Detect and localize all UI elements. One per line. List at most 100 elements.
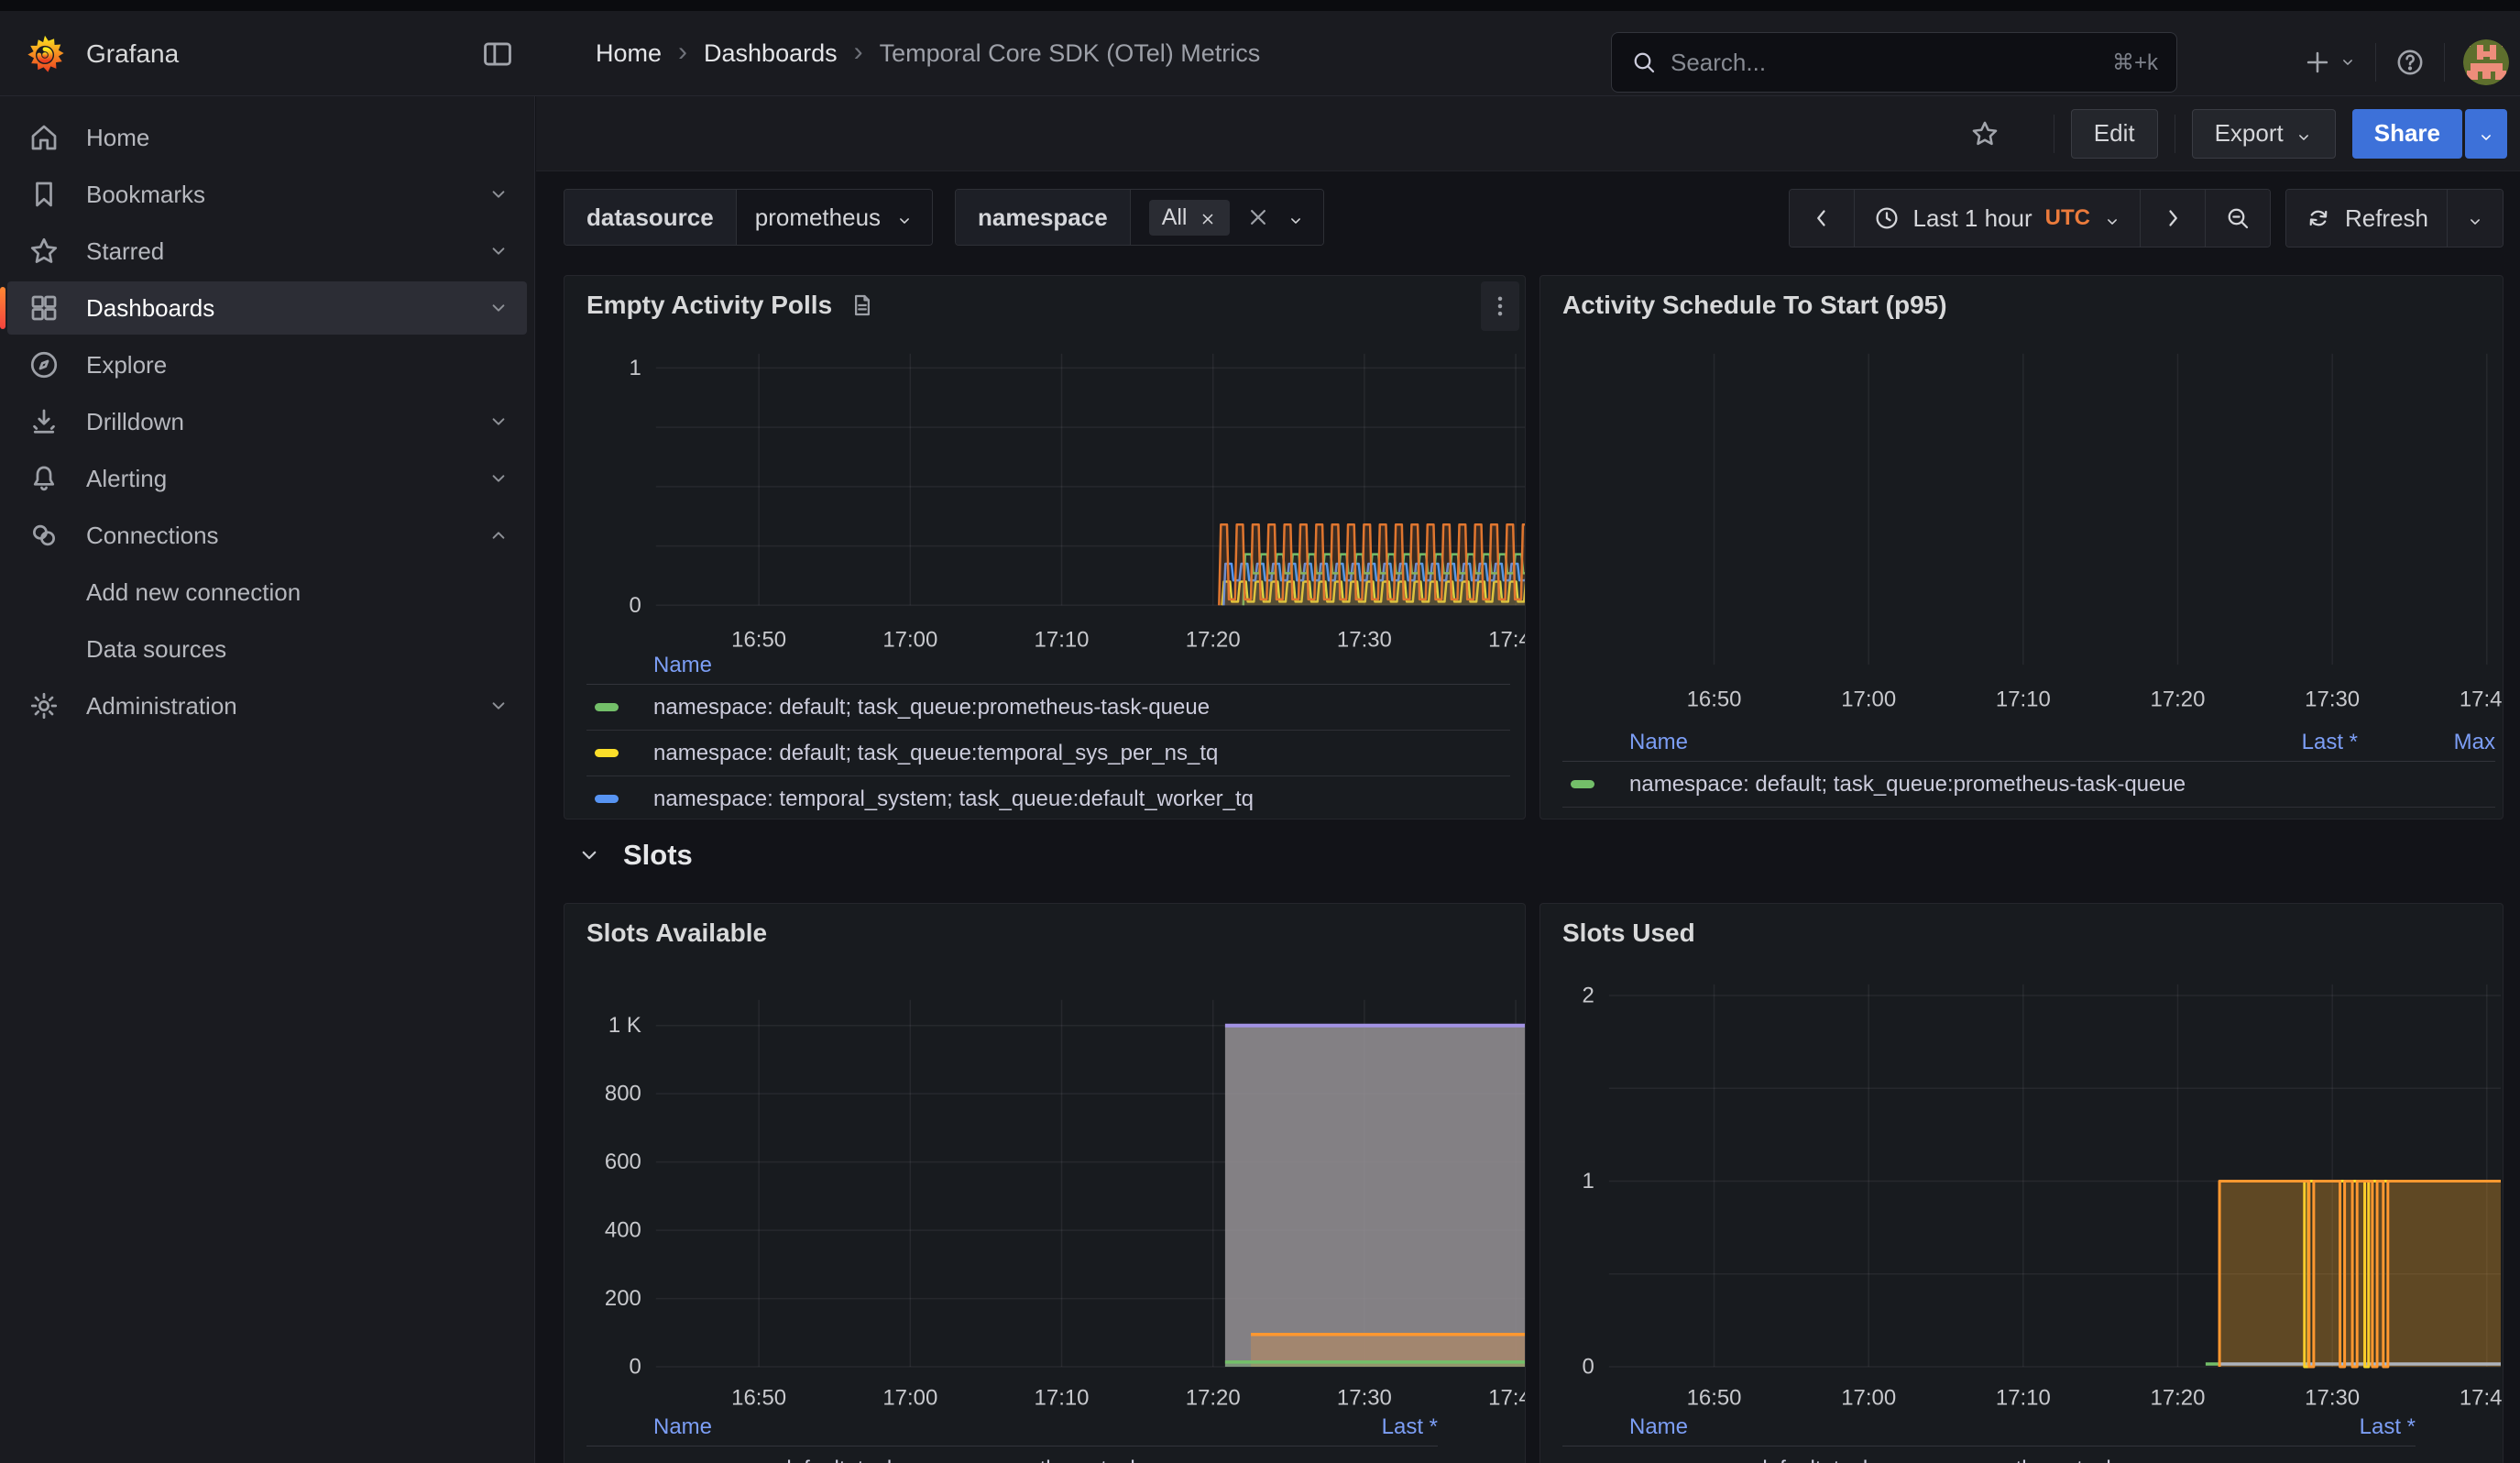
legend-row[interactable]: namespace: default; task_queue:prometheu… <box>1562 1446 2416 1463</box>
sidebar-item-data-sources[interactable]: Data sources <box>7 622 527 676</box>
datasource-label: datasource <box>564 190 736 245</box>
chevron-down-icon[interactable] <box>487 182 510 206</box>
slots-available-chart[interactable]: 02004006008001 K16:5017:0017:1017:2017:3… <box>564 904 1525 1463</box>
apps-icon <box>27 292 60 324</box>
legend-name-column-header[interactable]: Name <box>653 1414 712 1440</box>
sidebar-item-alerting[interactable]: Alerting <box>7 452 527 505</box>
legend-row[interactable]: namespace: default; task_queue:temporal_… <box>586 731 1510 776</box>
dock-menu-icon[interactable] <box>480 37 515 72</box>
star-icon <box>27 235 60 268</box>
sidebar-item-connections[interactable]: Connections <box>7 509 527 562</box>
series-color-marker[interactable] <box>595 795 619 803</box>
sidebar-item-add-new-connection[interactable]: Add new connection <box>7 566 527 619</box>
slots-used-chart[interactable]: 01216:5017:0017:1017:2017:3017:40 <box>1540 904 2503 1463</box>
sidebar-item-drilldown[interactable]: Drilldown <box>7 395 527 448</box>
time-shift-forward-button[interactable] <box>2140 190 2205 247</box>
sidebar-item-home[interactable]: Home <box>7 111 527 164</box>
chevron-left-icon <box>1808 204 1835 232</box>
share-menu-button[interactable] <box>2465 109 2507 159</box>
svg-text:16:50: 16:50 <box>731 1385 786 1410</box>
series-label[interactable]: namespace: temporal_system; task_queue:d… <box>653 786 1510 812</box>
legend-row[interactable]: namespace: default; task_queue:prometheu… <box>586 1446 1438 1463</box>
search-input[interactable]: Search... ⌘+k <box>1611 32 2177 93</box>
time-range-picker[interactable]: Last 1 hour UTC <box>1854 190 2140 247</box>
timezone-label: UTC <box>2045 205 2090 231</box>
help-button[interactable] <box>2394 47 2426 78</box>
panel-menu-button[interactable] <box>1481 281 1519 331</box>
legend-header: Name Last * <box>1562 1408 2416 1446</box>
sidebar-item-administration[interactable]: Administration <box>7 679 527 732</box>
chevron-down-icon[interactable] <box>487 239 510 263</box>
chevron-down-icon[interactable] <box>487 467 510 490</box>
remove-icon[interactable] <box>1199 208 1217 226</box>
legend-name-column-header[interactable]: Name <box>1629 1414 1688 1440</box>
namespace-select[interactable]: All <box>1130 190 1323 245</box>
legend-column-header[interactable]: Last * <box>1300 1414 1438 1440</box>
svg-text:0: 0 <box>1583 1355 1594 1380</box>
svg-text:17:10: 17:10 <box>1996 1385 2051 1410</box>
user-avatar[interactable] <box>2463 39 2509 85</box>
legend-name-column-header[interactable]: Name <box>1629 730 1688 755</box>
svg-text:600: 600 <box>605 1150 641 1174</box>
chevron-up-icon[interactable] <box>487 523 510 547</box>
sidebar-item-dashboards[interactable]: Dashboards <box>7 281 527 335</box>
legend-row[interactable]: namespace: temporal_system; task_queue:d… <box>586 776 1510 820</box>
series-label[interactable]: namespace: default; task_queue:prometheu… <box>653 1457 1300 1463</box>
share-button[interactable]: Share <box>2352 109 2462 159</box>
chevron-down-icon[interactable] <box>487 694 510 718</box>
breadcrumb-separator: › <box>678 37 687 72</box>
time-shift-back-button[interactable] <box>1790 190 1854 247</box>
refresh-button[interactable]: Refresh <box>2286 190 2447 247</box>
legend-column-header[interactable]: Max <box>2358 730 2495 755</box>
breadcrumb-dashboards[interactable]: Dashboards <box>704 39 838 68</box>
sidebar-item-label: Dashboards <box>86 294 461 323</box>
panel-title-label: Empty Activity Polls <box>586 291 832 320</box>
series-label[interactable]: namespace: default; task_queue:temporal_… <box>653 741 1510 766</box>
series-color-marker[interactable] <box>595 703 619 711</box>
namespace-chip[interactable]: All <box>1149 200 1230 236</box>
new-button[interactable] <box>2302 47 2357 78</box>
series-color-marker[interactable] <box>595 749 619 757</box>
sidebar-item-explore[interactable]: Explore <box>7 338 527 391</box>
datasource-select[interactable]: prometheus <box>736 190 932 245</box>
export-button[interactable]: Export <box>2192 109 2336 159</box>
clear-icon[interactable] <box>1244 204 1272 231</box>
svg-text:17:20: 17:20 <box>1186 1385 1241 1410</box>
zoom-out-time-button[interactable] <box>2205 190 2270 247</box>
series-label[interactable]: namespace: default; task_queue:prometheu… <box>653 695 1510 720</box>
chevron-right-icon <box>2159 204 2186 232</box>
panel-activity-schedule-to-start: Activity Schedule To Start (p95) 16:5017… <box>1539 275 2504 820</box>
legend-column-header[interactable]: Last * <box>2220 730 2358 755</box>
topnav-right-actions <box>2302 31 2509 94</box>
series-color-marker[interactable] <box>1571 780 1594 788</box>
legend-column-header[interactable]: Last * <box>2278 1414 2416 1440</box>
chevron-down-icon[interactable] <box>487 296 510 320</box>
sidebar-item-starred[interactable]: Starred <box>7 225 527 278</box>
panel-title[interactable]: Slots Used <box>1562 918 1695 948</box>
drilldown-icon <box>27 405 60 438</box>
legend-row[interactable]: namespace: default; task_queue:prometheu… <box>1562 762 2495 808</box>
brand: Grafana <box>24 33 179 75</box>
sidebar-item-bookmarks[interactable]: Bookmarks <box>7 168 527 221</box>
panel-title[interactable]: Activity Schedule To Start (p95) <box>1562 291 1947 320</box>
series-label[interactable]: namespace: default; task_queue:prometheu… <box>1629 772 2220 798</box>
edit-button[interactable]: Edit <box>2071 109 2158 159</box>
legend-name-column-header[interactable]: Name <box>653 653 712 678</box>
panel-legend: Name namespace: default; task_queue:prome… <box>586 646 1510 820</box>
slots-row-header[interactable]: Slots <box>575 839 693 872</box>
chevron-down-icon[interactable] <box>487 410 510 434</box>
svg-text:17:30: 17:30 <box>1337 1385 1392 1410</box>
favorite-button[interactable] <box>1969 118 2000 149</box>
breadcrumb-home[interactable]: Home <box>596 39 662 68</box>
panel-title[interactable]: Slots Available <box>586 918 767 948</box>
legend-header: Name Last * <box>586 1408 1438 1446</box>
refresh-interval-button[interactable] <box>2447 190 2503 247</box>
chevron-down-icon <box>2339 53 2357 72</box>
legend-row[interactable]: namespace: default; task_queue:prometheu… <box>586 685 1510 731</box>
panel-title[interactable]: Empty Activity Polls <box>586 291 876 320</box>
time-range-label: Last 1 hour <box>1913 204 2032 233</box>
series-label[interactable]: namespace: default; task_queue:prometheu… <box>1629 1457 2278 1463</box>
plus-icon <box>2302 47 2333 78</box>
panel-description-icon[interactable] <box>849 292 876 319</box>
link-icon <box>27 519 60 552</box>
